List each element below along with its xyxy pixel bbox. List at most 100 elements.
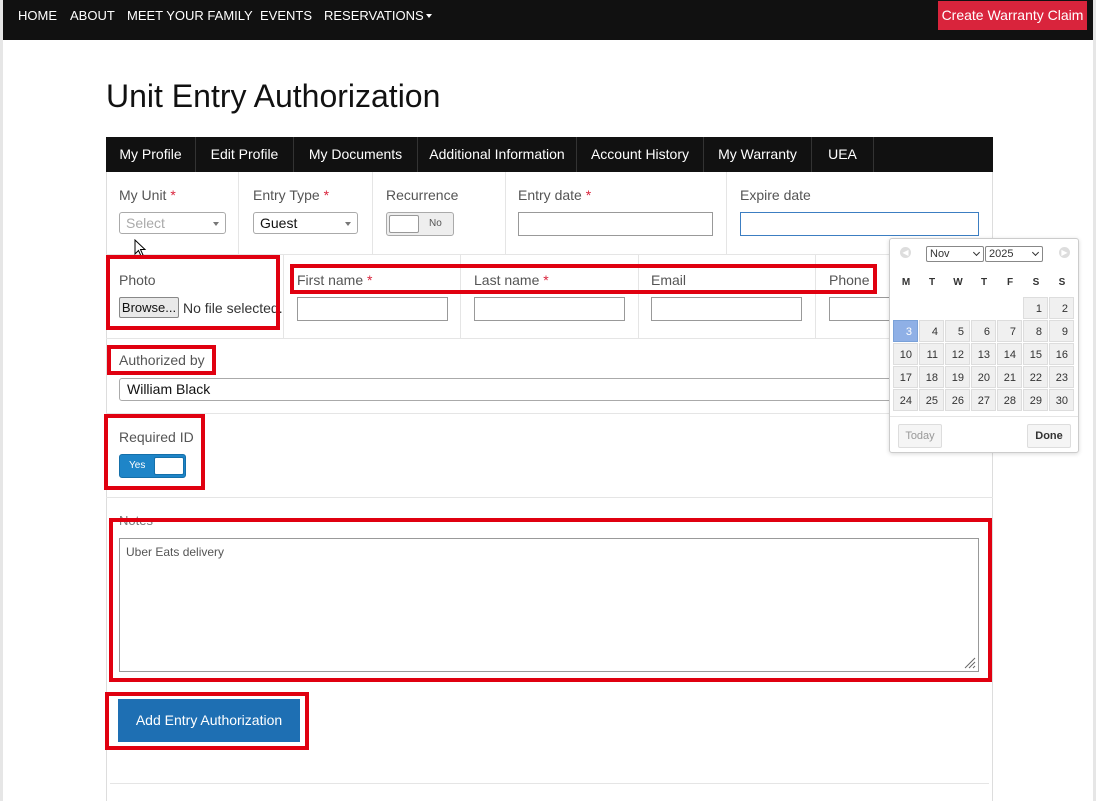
calendar-day[interactable]: 6 bbox=[971, 320, 996, 342]
weekday-header: S bbox=[1032, 277, 1040, 288]
divider bbox=[372, 172, 373, 254]
divider bbox=[106, 497, 993, 498]
calendar-day[interactable]: 12 bbox=[945, 343, 970, 365]
divider bbox=[505, 172, 506, 254]
create-warranty-claim-button[interactable]: Create Warranty Claim bbox=[938, 1, 1087, 30]
tab-my-documents[interactable]: My Documents bbox=[294, 137, 418, 172]
required-marker: * bbox=[323, 187, 330, 203]
calendar-day[interactable]: 30 bbox=[1049, 389, 1074, 411]
calendar-day[interactable]: 15 bbox=[1023, 343, 1048, 365]
calendar-day[interactable]: 4 bbox=[919, 320, 944, 342]
first-name-input[interactable] bbox=[297, 297, 448, 321]
done-button[interactable]: Done bbox=[1027, 424, 1071, 448]
calendar-day[interactable]: 18 bbox=[919, 366, 944, 388]
divider bbox=[106, 413, 993, 414]
calendar-day[interactable]: 24 bbox=[893, 389, 918, 411]
recurrence-label: Recurrence bbox=[386, 187, 459, 203]
tab-edit-profile[interactable]: Edit Profile bbox=[196, 137, 294, 172]
page-frame-left bbox=[0, 0, 3, 801]
year-select[interactable]: 2025 bbox=[985, 246, 1043, 262]
email-input[interactable] bbox=[651, 297, 802, 321]
recurrence-toggle[interactable]: No bbox=[386, 212, 454, 236]
calendar-day[interactable]: 29 bbox=[1023, 389, 1048, 411]
highlight-authorized-by bbox=[107, 345, 216, 375]
nav-reservations-label: RESERVATIONS bbox=[324, 8, 424, 23]
divider bbox=[726, 172, 727, 254]
divider bbox=[238, 172, 239, 254]
calendar-day[interactable]: 9 bbox=[1049, 320, 1074, 342]
nav-reservations[interactable]: RESERVATIONS bbox=[324, 0, 432, 32]
calendar-day[interactable]: 17 bbox=[893, 366, 918, 388]
my-unit-select[interactable]: Select bbox=[119, 212, 226, 234]
year-value: 2025 bbox=[989, 248, 1014, 260]
calendar-day[interactable]: 10 bbox=[893, 343, 918, 365]
tab-my-warranty[interactable]: My Warranty bbox=[704, 137, 812, 172]
my-unit-label: My Unit * bbox=[119, 187, 176, 203]
my-unit-placeholder: Select bbox=[126, 215, 165, 231]
my-unit-label-text: My Unit bbox=[119, 187, 167, 203]
last-name-input[interactable] bbox=[474, 297, 625, 321]
calendar-day[interactable]: 23 bbox=[1049, 366, 1074, 388]
authorized-by-select[interactable]: William Black bbox=[119, 378, 909, 401]
highlight-photo bbox=[106, 255, 280, 330]
calendar-day[interactable]: 21 bbox=[997, 366, 1022, 388]
calendar-day[interactable]: 14 bbox=[997, 343, 1022, 365]
calendar-day[interactable]: 27 bbox=[971, 389, 996, 411]
entry-type-label: Entry Type * bbox=[253, 187, 329, 203]
chevron-down-icon bbox=[213, 222, 219, 226]
entry-type-select[interactable]: Guest bbox=[253, 212, 358, 234]
divider bbox=[110, 783, 989, 784]
recurrence-state: No bbox=[429, 218, 442, 229]
calendar-day[interactable]: 20 bbox=[971, 366, 996, 388]
tab-additional-information[interactable]: Additional Information bbox=[418, 137, 577, 172]
month-select[interactable]: Nov bbox=[926, 246, 984, 262]
divider bbox=[283, 254, 284, 338]
weekday-header: F bbox=[1006, 277, 1014, 288]
toggle-knob bbox=[389, 215, 419, 233]
profile-tabs: My Profile Edit Profile My Documents Add… bbox=[106, 137, 993, 172]
highlight-notes bbox=[109, 518, 992, 682]
tab-uea[interactable]: UEA bbox=[812, 137, 874, 172]
weekday-header: M bbox=[901, 277, 911, 288]
divider bbox=[106, 338, 993, 339]
phone-input[interactable] bbox=[829, 297, 891, 321]
calendar-day[interactable]: 19 bbox=[945, 366, 970, 388]
entry-type-label-text: Entry Type bbox=[253, 187, 320, 203]
nav-about[interactable]: ABOUT bbox=[70, 0, 115, 32]
calendar-day[interactable]: 26 bbox=[945, 389, 970, 411]
calendar-day[interactable]: 28 bbox=[997, 389, 1022, 411]
highlight-required-id bbox=[104, 414, 205, 490]
calendar-day[interactable]: 16 bbox=[1049, 343, 1074, 365]
calendar-day[interactable]: 1 bbox=[1023, 297, 1048, 319]
calendar-day[interactable]: 7 bbox=[997, 320, 1022, 342]
entry-type-value: Guest bbox=[260, 215, 298, 231]
entry-date-input[interactable] bbox=[518, 212, 713, 236]
weekday-header: T bbox=[928, 277, 936, 288]
tab-account-history[interactable]: Account History bbox=[577, 137, 704, 172]
weekday-header: W bbox=[953, 277, 963, 288]
calendar-day[interactable]: 22 bbox=[1023, 366, 1048, 388]
chevron-down-icon bbox=[345, 222, 351, 226]
calendar-day[interactable]: 5 bbox=[945, 320, 970, 342]
highlight-submit bbox=[105, 692, 309, 750]
nav-home[interactable]: HOME bbox=[18, 0, 57, 32]
calendar-day[interactable]: 2 bbox=[1049, 297, 1074, 319]
nav-meet-your-family[interactable]: MEET YOUR FAMILY bbox=[127, 0, 253, 32]
nav-events[interactable]: EVENTS bbox=[260, 0, 312, 32]
chevron-down-icon bbox=[972, 248, 981, 257]
datepicker-divider bbox=[890, 416, 1078, 417]
prev-month-icon[interactable]: ◀ bbox=[900, 247, 911, 258]
next-month-icon[interactable]: ▶ bbox=[1059, 247, 1070, 258]
calendar-day[interactable]: 13 bbox=[971, 343, 996, 365]
expire-date-label: Expire date bbox=[740, 187, 811, 203]
month-value: Nov bbox=[930, 248, 950, 260]
today-button[interactable]: Today bbox=[898, 424, 942, 448]
calendar-day[interactable]: 11 bbox=[919, 343, 944, 365]
tab-my-profile[interactable]: My Profile bbox=[106, 137, 196, 172]
calendar-day[interactable]: 8 bbox=[1023, 320, 1048, 342]
calendar-day[interactable]: 3 bbox=[893, 320, 918, 342]
required-marker: * bbox=[585, 187, 592, 203]
expire-date-input[interactable] bbox=[740, 212, 979, 236]
calendar-day[interactable]: 25 bbox=[919, 389, 944, 411]
datepicker-popup: ◀ Nov 2025 ▶ MTWTFSS 1 2 3 4 5 6 7 8 9 10 11 12 13 14… bbox=[889, 238, 1079, 453]
